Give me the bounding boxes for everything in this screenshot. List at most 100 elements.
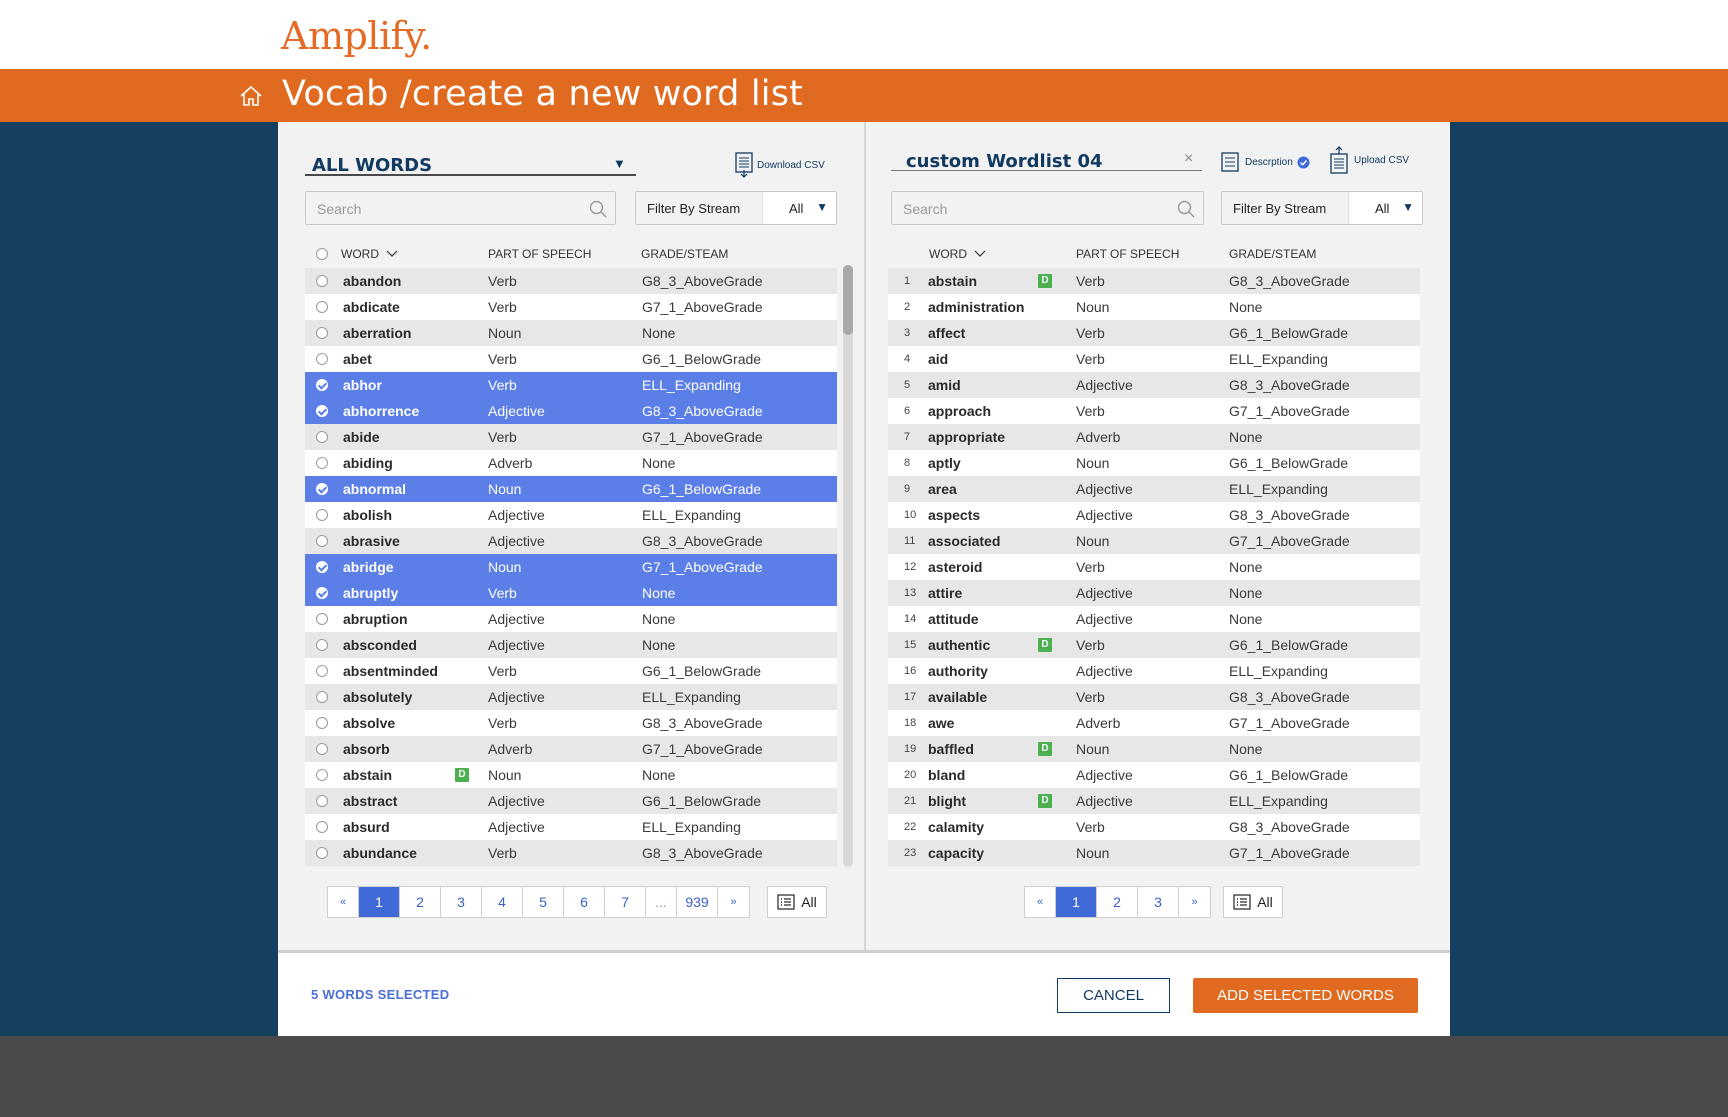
left-stream-filter[interactable]: Filter By Stream All ▼ — [635, 191, 837, 225]
table-row[interactable]: absentminded Verb G6_1_BelowGrade — [305, 658, 837, 684]
table-row[interactable]: abruption Adjective None — [305, 606, 837, 632]
table-row[interactable]: 8 aptly Noun G6_1_BelowGrade — [888, 450, 1420, 476]
select-radio[interactable] — [316, 431, 328, 443]
column-header-word[interactable]: WORD — [341, 247, 398, 261]
next-page-button[interactable]: » — [1179, 887, 1210, 917]
cancel-button[interactable]: CANCEL — [1057, 978, 1170, 1013]
table-row[interactable]: abstain D Noun None — [305, 762, 837, 788]
table-row[interactable]: 1 abstain D Verb G8_3_AboveGrade — [888, 268, 1420, 294]
left-search-input[interactable]: Search — [305, 191, 616, 225]
table-row[interactable]: absconded Adjective None — [305, 632, 837, 658]
select-radio[interactable] — [316, 535, 328, 547]
table-row[interactable]: abruptly Verb None — [305, 580, 837, 606]
filter-select[interactable]: All ▼ — [1349, 192, 1422, 224]
page-button[interactable]: 2 — [400, 887, 441, 917]
page-button[interactable]: 2 — [1097, 887, 1138, 917]
table-row[interactable]: absurd Adjective ELL_Expanding — [305, 814, 837, 840]
table-row[interactable]: 7 appropriate Adverb None — [888, 424, 1420, 450]
page-button[interactable]: 4 — [482, 887, 523, 917]
checked-radio[interactable] — [316, 483, 328, 495]
page-button[interactable]: 3 — [441, 887, 482, 917]
page-button[interactable]: 7 — [605, 887, 646, 917]
description-button[interactable]: Descrption — [1221, 152, 1310, 172]
download-csv-button[interactable]: Download CSV — [735, 152, 825, 178]
upload-csv-button[interactable]: Upload CSV — [1330, 146, 1409, 174]
amplify-logo[interactable]: Amplify. — [281, 14, 432, 58]
right-search-input[interactable]: Search — [891, 191, 1204, 225]
table-row[interactable]: absolutely Adjective ELL_Expanding — [305, 684, 837, 710]
search-icon[interactable] — [589, 200, 607, 218]
table-row[interactable]: abstract Adjective G6_1_BelowGrade — [305, 788, 837, 814]
table-row[interactable]: 12 asteroid Verb None — [888, 554, 1420, 580]
column-header-word[interactable]: WORD — [929, 247, 986, 261]
select-radio[interactable] — [316, 275, 328, 287]
table-row[interactable]: abolish Adjective ELL_Expanding — [305, 502, 837, 528]
page-button[interactable]: 5 — [523, 887, 564, 917]
select-radio[interactable] — [316, 691, 328, 703]
table-row[interactable]: 9 area Adjective ELL_Expanding — [888, 476, 1420, 502]
table-row[interactable]: 20 bland Adjective G6_1_BelowGrade — [888, 762, 1420, 788]
table-row[interactable]: absorb Adverb G7_1_AboveGrade — [305, 736, 837, 762]
select-radio[interactable] — [316, 795, 328, 807]
table-row[interactable]: abundance Verb G8_3_AboveGrade — [305, 840, 837, 866]
checked-radio[interactable] — [316, 405, 328, 417]
select-radio[interactable] — [316, 743, 328, 755]
select-radio[interactable] — [316, 821, 328, 833]
table-row[interactable]: 21 blight D Adjective ELL_Expanding — [888, 788, 1420, 814]
page-button[interactable]: 1 — [359, 887, 400, 917]
table-row[interactable]: 19 baffled D Noun None — [888, 736, 1420, 762]
table-row[interactable]: absolve Verb G8_3_AboveGrade — [305, 710, 837, 736]
wordlist-name-input[interactable]: custom Wordlist 04 — [906, 151, 1103, 172]
table-row[interactable]: 23 capacity Noun G7_1_AboveGrade — [888, 840, 1420, 866]
page-button[interactable]: 1 — [1056, 887, 1097, 917]
table-row[interactable]: 5 amid Adjective G8_3_AboveGrade — [888, 372, 1420, 398]
table-row[interactable]: abrasive Adjective G8_3_AboveGrade — [305, 528, 837, 554]
table-row[interactable]: 11 associated Noun G7_1_AboveGrade — [888, 528, 1420, 554]
table-row[interactable]: 17 available Verb G8_3_AboveGrade — [888, 684, 1420, 710]
right-show-all-button[interactable]: All — [1223, 886, 1283, 918]
checked-radio[interactable] — [316, 379, 328, 391]
table-row[interactable]: abet Verb G6_1_BelowGrade — [305, 346, 837, 372]
select-radio[interactable] — [316, 665, 328, 677]
prev-page-button[interactable]: « — [1025, 887, 1056, 917]
table-row[interactable]: abnormal Noun G6_1_BelowGrade — [305, 476, 837, 502]
prev-page-button[interactable]: « — [328, 887, 359, 917]
select-radio[interactable] — [316, 847, 328, 859]
select-radio[interactable] — [316, 301, 328, 313]
chevron-down-icon[interactable]: ▼ — [613, 156, 626, 171]
checked-radio[interactable] — [316, 587, 328, 599]
table-row[interactable]: abiding Adverb None — [305, 450, 837, 476]
page-button[interactable]: 939 — [677, 887, 718, 917]
next-page-button[interactable]: » — [718, 887, 749, 917]
select-radio[interactable] — [316, 509, 328, 521]
table-row[interactable]: 15 authentic D Verb G6_1_BelowGrade — [888, 632, 1420, 658]
checked-radio[interactable] — [316, 561, 328, 573]
page-button[interactable]: 3 — [1138, 887, 1179, 917]
select-radio[interactable] — [316, 639, 328, 651]
select-radio[interactable] — [316, 353, 328, 365]
select-radio[interactable] — [316, 717, 328, 729]
table-row[interactable]: 6 approach Verb G7_1_AboveGrade — [888, 398, 1420, 424]
table-row[interactable]: abdicate Verb G7_1_AboveGrade — [305, 294, 837, 320]
home-icon[interactable] — [238, 83, 264, 109]
table-row[interactable]: 2 administration Noun None — [888, 294, 1420, 320]
scrollbar-track[interactable] — [843, 265, 853, 867]
table-row[interactable]: 16 authority Adjective ELL_Expanding — [888, 658, 1420, 684]
table-row[interactable]: 13 attire Adjective None — [888, 580, 1420, 606]
table-row[interactable]: abhorrence Adjective G8_3_AboveGrade — [305, 398, 837, 424]
table-row[interactable]: aberration Noun None — [305, 320, 837, 346]
table-row[interactable]: 22 calamity Verb G8_3_AboveGrade — [888, 814, 1420, 840]
page-button[interactable]: 6 — [564, 887, 605, 917]
table-row[interactable]: 14 attitude Adjective None — [888, 606, 1420, 632]
table-row[interactable]: 10 aspects Adjective G8_3_AboveGrade — [888, 502, 1420, 528]
right-stream-filter[interactable]: Filter By Stream All ▼ — [1221, 191, 1423, 225]
add-selected-words-button[interactable]: ADD SELECTED WORDS — [1193, 978, 1418, 1013]
select-radio[interactable] — [316, 613, 328, 625]
all-words-dropdown[interactable]: ALL WORDS — [312, 155, 432, 176]
table-row[interactable]: abandon Verb G8_3_AboveGrade — [305, 268, 837, 294]
filter-select[interactable]: All ▼ — [763, 192, 836, 224]
select-radio[interactable] — [316, 769, 328, 781]
search-icon[interactable] — [1177, 200, 1195, 218]
left-show-all-button[interactable]: All — [767, 886, 827, 918]
table-row[interactable]: 3 affect Verb G6_1_BelowGrade — [888, 320, 1420, 346]
